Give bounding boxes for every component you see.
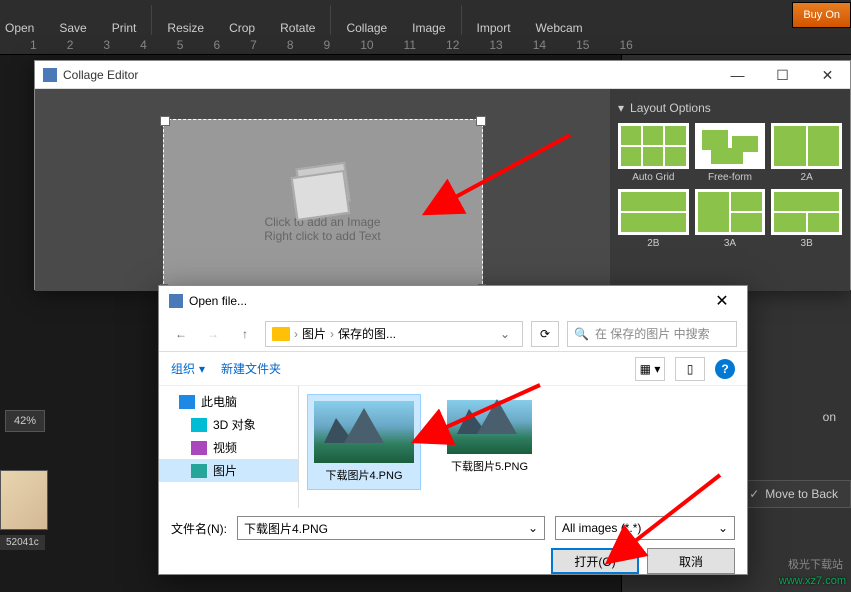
organize-menu[interactable]: 组织 ▾ <box>171 360 205 377</box>
chevron-down-icon[interactable]: ⌄ <box>528 521 538 535</box>
search-input[interactable]: 🔍 在 保存的图片 中搜索 <box>567 321 737 347</box>
image-thumbnail[interactable] <box>0 470 48 530</box>
layout-auto-grid[interactable] <box>618 123 689 169</box>
file-item-1[interactable]: 下载图片4.PNG <box>307 394 421 490</box>
search-placeholder: 在 保存的图片 中搜索 <box>595 325 710 342</box>
toolbar-collage[interactable]: Collage <box>346 21 387 35</box>
toolbar-rotate[interactable]: Rotate <box>280 21 315 35</box>
file-type-filter[interactable]: All images (*.*)⌄ <box>555 516 735 540</box>
folder-icon <box>272 327 290 341</box>
nav-up-button[interactable]: ↑ <box>233 322 257 346</box>
dialog-title: Open file... <box>189 294 247 308</box>
zoom-indicator[interactable]: 42% <box>5 410 45 432</box>
tree-videos[interactable]: 视频 <box>159 436 298 459</box>
layout-free-form[interactable] <box>695 123 766 169</box>
dialog-close-button[interactable]: ✕ <box>707 286 737 316</box>
chevron-down-icon[interactable]: ⌄ <box>718 521 728 535</box>
open-file-dialog: Open file... ✕ ← → ↑ › 图片 › 保存的图... ⌄ ⟳ … <box>158 285 748 575</box>
filename-input[interactable]: 下载图片4.PNG⌄ <box>237 516 545 540</box>
thumbnail-label: 52041c <box>0 535 45 550</box>
cancel-button[interactable]: 取消 <box>647 548 735 574</box>
maximize-button[interactable]: ☐ <box>760 61 805 89</box>
file-thumbnail <box>447 400 532 454</box>
ruler: 12345678910111213141516 <box>0 35 851 55</box>
toolbar-open[interactable]: Open <box>5 21 34 35</box>
tree-3d-objects[interactable]: 3D 对象 <box>159 413 298 436</box>
file-list[interactable]: 下载图片4.PNG 下载图片5.PNG <box>299 386 747 508</box>
file-thumbnail <box>314 401 414 463</box>
nav-back-button[interactable]: ← <box>169 322 193 346</box>
chevron-down-icon: ▾ <box>618 101 624 115</box>
watermark-url: www.xz7.com <box>779 575 846 587</box>
view-mode-button[interactable]: ▦ ▾ <box>635 357 665 381</box>
search-icon: 🔍 <box>574 327 589 341</box>
placeholder-image-icon <box>295 162 350 209</box>
toolbar-resize[interactable]: Resize <box>167 21 204 35</box>
watermark-brand: 极光下载站 <box>788 556 843 572</box>
filename-label: 文件名(N): <box>171 520 227 537</box>
toolbar-print[interactable]: Print <box>112 21 137 35</box>
preview-pane-button[interactable]: ▯ <box>675 357 705 381</box>
toolbar-webcam[interactable]: Webcam <box>536 21 583 35</box>
main-toolbar: Open Save Print Resize Crop Rotate Colla… <box>0 0 851 35</box>
minimize-button[interactable]: — <box>715 61 760 89</box>
collage-app-icon <box>43 68 57 82</box>
close-button[interactable]: ✕ <box>805 61 850 89</box>
pc-icon <box>179 395 195 409</box>
toolbar-import[interactable]: Import <box>477 21 511 35</box>
file-name-2: 下载图片5.PNG <box>451 458 528 474</box>
breadcrumb-seg-1[interactable]: 图片 <box>302 325 326 342</box>
breadcrumb[interactable]: › 图片 › 保存的图... ⌄ <box>265 321 523 347</box>
layout-2b[interactable] <box>618 189 689 235</box>
nav-forward-button[interactable]: → <box>201 322 225 346</box>
new-folder-button[interactable]: 新建文件夹 <box>221 360 281 377</box>
layout-3b[interactable] <box>771 189 842 235</box>
placeholder-text-2: Right click to add Text <box>264 229 381 243</box>
buy-online-button[interactable]: Buy On <box>792 2 851 28</box>
3d-icon <box>191 418 207 432</box>
help-icon[interactable]: ? <box>715 359 735 379</box>
dialog-app-icon <box>169 294 183 308</box>
move-to-back-button[interactable]: ✓Move to Back <box>736 480 851 508</box>
file-name-1: 下载图片4.PNG <box>325 467 402 483</box>
layout-3a[interactable] <box>695 189 766 235</box>
pictures-icon <box>191 464 207 478</box>
collage-window-title: Collage Editor <box>63 68 138 82</box>
refresh-button[interactable]: ⟳ <box>531 321 559 347</box>
video-icon <box>191 441 207 455</box>
tree-this-pc[interactable]: 此电脑 <box>159 390 298 413</box>
breadcrumb-seg-2[interactable]: 保存的图... <box>338 325 396 342</box>
toolbar-image[interactable]: Image <box>412 21 445 35</box>
layout-options-header[interactable]: ▾Layout Options <box>618 97 842 123</box>
move-back-icon: ✓ <box>749 487 759 501</box>
chevron-down-icon: ▾ <box>199 362 205 376</box>
layout-options-panel: ▾Layout Options Auto Grid Free-form 2A 2… <box>610 89 850 291</box>
tree-pictures[interactable]: 图片 <box>159 459 298 482</box>
folder-tree: 此电脑 3D 对象 视频 图片 <box>159 386 299 508</box>
layout-2a[interactable] <box>771 123 842 169</box>
open-button[interactable]: 打开(O) <box>551 548 639 574</box>
features-label: on <box>823 410 836 424</box>
collage-frame[interactable]: Click to add an Image Right click to add… <box>163 119 483 289</box>
toolbar-crop[interactable]: Crop <box>229 21 255 35</box>
collage-editor-window: Collage Editor — ☐ ✕ Click to add an Ima… <box>34 60 851 290</box>
collage-canvas[interactable]: Click to add an Image Right click to add… <box>35 89 610 291</box>
toolbar-save[interactable]: Save <box>59 21 86 35</box>
breadcrumb-dropdown[interactable]: ⌄ <box>494 327 516 341</box>
collage-titlebar[interactable]: Collage Editor — ☐ ✕ <box>35 61 850 89</box>
file-item-2[interactable]: 下载图片5.PNG <box>441 394 538 480</box>
